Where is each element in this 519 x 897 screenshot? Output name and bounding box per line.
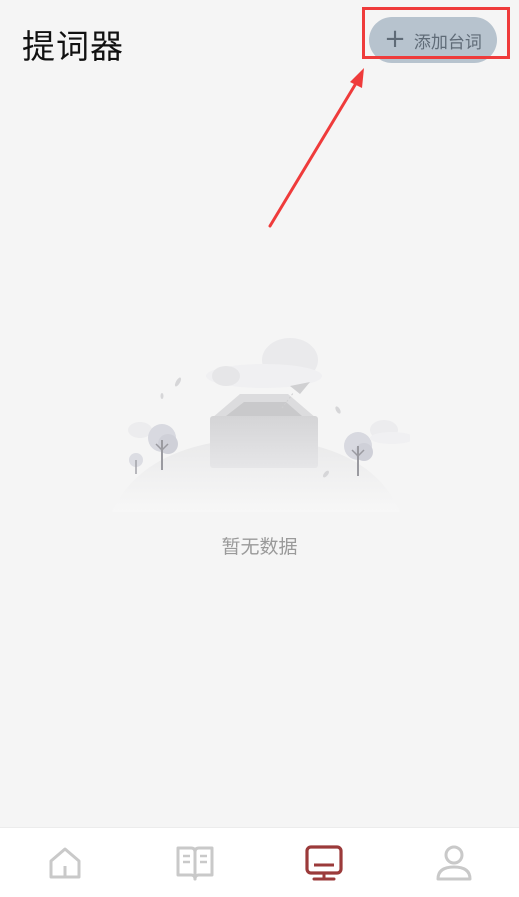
empty-state-text: 暂无数据 bbox=[221, 536, 298, 558]
teleprompter-screen: 提词器 + 添加台词 暂无数据 bbox=[0, 0, 519, 897]
add-lines-button[interactable]: + 添加台词 bbox=[369, 17, 497, 63]
nav-item-profile[interactable] bbox=[389, 828, 519, 897]
page-title: 提词器 bbox=[22, 27, 124, 66]
book-icon bbox=[176, 846, 214, 880]
nav-item-book[interactable] bbox=[130, 828, 260, 897]
bottom-navigation bbox=[0, 827, 519, 897]
user-icon bbox=[436, 845, 472, 880]
plus-icon: + bbox=[384, 24, 406, 54]
add-lines-label: 添加台词 bbox=[413, 32, 482, 53]
empty-box-illustration bbox=[112, 338, 410, 512]
home-icon bbox=[49, 847, 81, 878]
nav-item-teleprompter[interactable] bbox=[260, 828, 390, 897]
monitor-icon bbox=[305, 844, 343, 880]
nav-item-home[interactable] bbox=[0, 828, 130, 897]
